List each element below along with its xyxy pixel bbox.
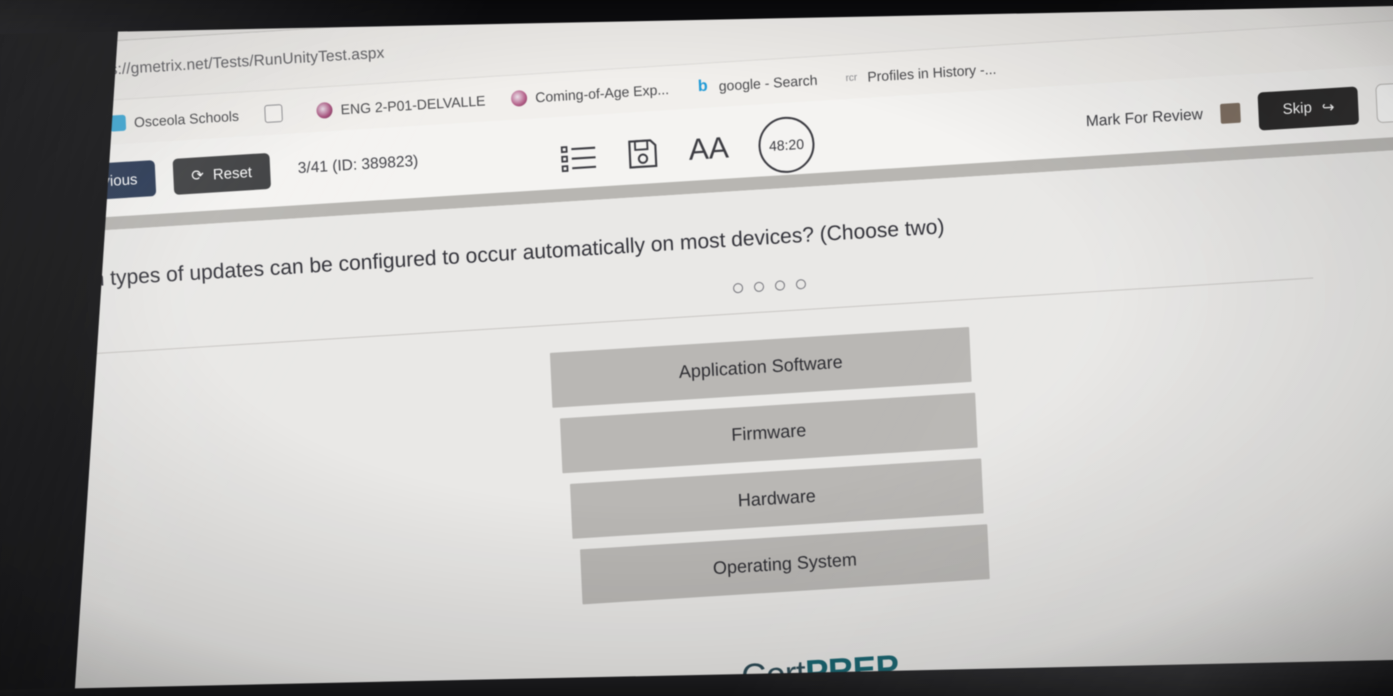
question-indicator-dot	[732, 282, 744, 294]
mark-for-review-checkbox[interactable]	[1220, 102, 1242, 124]
reset-label: Reset	[212, 163, 253, 183]
mark-for-review-label: Mark For Review	[1085, 105, 1204, 130]
answer-options: Application Software Firmware Hardware Oper…	[549, 324, 1031, 606]
calendar-icon	[264, 104, 284, 124]
skip-label: Skip	[1282, 99, 1313, 119]
answer-option[interactable]: Firmware	[559, 392, 978, 474]
bing-icon: b	[697, 77, 709, 96]
next-button[interactable]: Next	[1375, 79, 1393, 124]
question-indicator-dot	[795, 278, 807, 290]
bookmark-calendar[interactable]	[264, 104, 291, 124]
bookmark-label: ENG 2-P01-DELVALLE	[340, 92, 486, 118]
skip-icon: ↪	[1321, 98, 1335, 117]
question-counter: 3/41 (ID: 389823)	[297, 152, 419, 178]
bookmark-label: google - Search	[718, 71, 818, 94]
answer-option[interactable]: Operating System	[580, 524, 990, 605]
timer-badge: 48:20	[757, 115, 816, 175]
screen-photo: ⚲ gmetrix - Search × Test Runner × + ← ⟳	[0, 0, 1393, 696]
font-size-icon[interactable]: AA	[688, 131, 729, 166]
save-icon[interactable]	[626, 137, 659, 171]
answer-option[interactable]: Hardware	[569, 458, 984, 539]
question-indicator-dot	[774, 280, 786, 291]
reset-button[interactable]: ⟳ Reset	[172, 152, 271, 195]
test-runner-page: ⇤ Previous ⟳ Reset 3/41 (ID: 389823)	[0, 59, 1393, 696]
class-icon	[316, 101, 334, 119]
question-indicator-dot	[753, 281, 765, 293]
bookmark-label: Coming-of-Age Exp...	[534, 81, 670, 106]
bookmark-coming-of-age[interactable]: Coming-of-Age Exp...	[510, 81, 670, 107]
class-icon	[510, 89, 528, 107]
bookmark-label: Profiles in History -...	[866, 60, 997, 85]
skip-button[interactable]: Skip ↪	[1257, 85, 1360, 131]
bookmark-profiles-in-history[interactable]: rcr Profiles in History -...	[843, 60, 997, 86]
question-indicators	[732, 278, 807, 294]
reset-icon: ⟳	[190, 167, 205, 185]
laptop-screen: ⚲ gmetrix - Search × Test Runner × + ← ⟳	[0, 0, 1393, 696]
bookmark-eng-class[interactable]: ENG 2-P01-DELVALLE	[316, 92, 486, 119]
question-area: Which types of updates can be configured…	[0, 144, 1393, 696]
address-bar-url: https://gmetrix.net/Tests/RunUnityTest.a…	[83, 44, 385, 81]
answer-option[interactable]: Application Software	[549, 326, 972, 408]
bookmark-label: Osceola Schools	[133, 107, 240, 131]
bookmark-osceola-schools[interactable]: Osceola Schools	[109, 107, 240, 132]
bookmark-google-search[interactable]: b google - Search	[694, 71, 818, 96]
runner-actions: Mark For Review Skip ↪ Next	[1085, 79, 1393, 141]
review-list-icon[interactable]	[560, 141, 597, 174]
site-icon: rcr	[845, 71, 858, 84]
